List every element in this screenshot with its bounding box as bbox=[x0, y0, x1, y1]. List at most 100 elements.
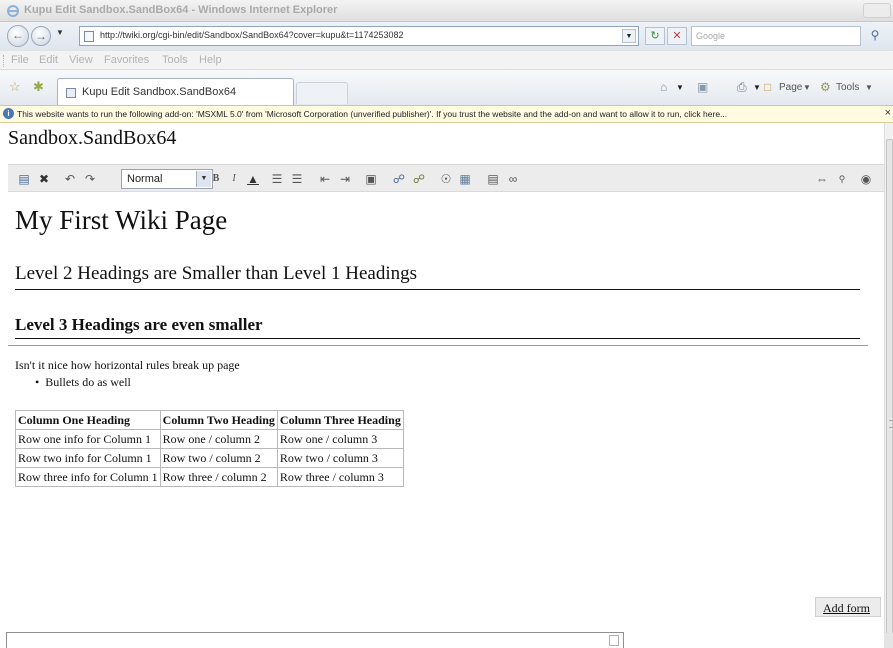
home-icon[interactable]: ⌂ bbox=[660, 80, 667, 94]
refresh-button[interactable]: ↻ bbox=[645, 27, 665, 45]
stop-button[interactable]: ✕ bbox=[667, 27, 687, 45]
vertical-scrollbar[interactable] bbox=[884, 123, 893, 648]
cancel-icon[interactable]: ✖ bbox=[36, 171, 52, 187]
unlink-icon[interactable]: ☍ bbox=[411, 171, 427, 187]
paragraph-style-select[interactable]: Normal ▼ bbox=[121, 169, 213, 189]
table-cell: Row two info for Column 1 bbox=[15, 448, 161, 468]
menu-tools[interactable]: Tools bbox=[162, 54, 188, 66]
add-favorites-icon[interactable]: ✱ bbox=[33, 79, 44, 95]
wysiwyg-editor[interactable]: My First Wiki Page Level 2 Headings are … bbox=[8, 193, 876, 593]
style-select-value: Normal bbox=[127, 173, 163, 185]
table-cell: Row three / column 2 bbox=[159, 467, 278, 487]
back-arrow-icon: ← bbox=[12, 28, 24, 42]
menu-file[interactable]: File bbox=[11, 54, 29, 66]
menu-bar: File Edit View Favorites Tools Help bbox=[0, 50, 893, 70]
editor-toolbar: ▤ ✖ ↶ ↷ Normal ▼ B I ▲ ☰ ☰ ⇤ ⇥ ▣ ☍ ☍ ☉ ▦… bbox=[8, 164, 884, 192]
window-controls[interactable] bbox=[863, 3, 891, 18]
horizontal-rule bbox=[8, 345, 868, 346]
home-dropdown-icon[interactable]: ▼ bbox=[676, 83, 684, 92]
ie-logo-icon bbox=[6, 4, 20, 18]
tab-bar: ☆ ✱ Kupu Edit Sandbox.SandBox64 ⌂ ▼ ▣ ⎙ … bbox=[0, 70, 893, 106]
menu-favorites[interactable]: Favorites bbox=[104, 54, 149, 66]
refresh-icon: ↻ bbox=[650, 30, 660, 42]
attachment-icon[interactable]: ▤ bbox=[485, 171, 501, 187]
page-dropdown-icon[interactable]: ▼ bbox=[803, 83, 811, 92]
table-cell: Row two / column 3 bbox=[276, 448, 404, 468]
tools-dropdown-icon[interactable]: ▼ bbox=[865, 83, 873, 92]
redo-icon[interactable]: ↷ bbox=[82, 171, 98, 187]
tools-menu[interactable]: Tools bbox=[836, 82, 859, 93]
scrollbar-grip bbox=[889, 420, 893, 428]
print-dropdown-icon[interactable]: ▼ bbox=[753, 83, 761, 92]
scrollbar-thumb[interactable] bbox=[886, 139, 893, 641]
table-cell: Row one / column 2 bbox=[159, 429, 278, 449]
undo-icon[interactable]: ↶ bbox=[62, 171, 78, 187]
wiki-table: Column One Heading Column Two Heading Co… bbox=[15, 410, 404, 487]
print-icon[interactable]: ⎙ bbox=[737, 80, 747, 95]
stop-icon: ✕ bbox=[672, 30, 682, 42]
heading-level-2: Level 2 Headings are Smaller than Level … bbox=[15, 263, 860, 290]
address-bar: ← → ▼ http://twiki.org/cgi-bin/edit/Sand… bbox=[0, 22, 893, 50]
feeds-icon[interactable]: ▣ bbox=[697, 80, 708, 94]
list-item: Bullets do as well bbox=[45, 375, 131, 390]
forward-button[interactable]: → bbox=[31, 26, 51, 46]
table-cell: Row three / column 3 bbox=[276, 467, 404, 487]
table-header-cell: Column One Heading bbox=[15, 410, 161, 430]
favorites-star-icon[interactable]: ☆ bbox=[9, 79, 21, 95]
special-char-icon[interactable]: ☉ bbox=[438, 171, 454, 187]
page-menu-icon[interactable]: □ bbox=[764, 80, 771, 94]
table-row: Row one info for Column 1 Row one / colu… bbox=[15, 429, 404, 449]
url-text: http://twiki.org/cgi-bin/edit/Sandbox/Sa… bbox=[100, 30, 404, 40]
information-bar[interactable]: i This website wants to run the followin… bbox=[0, 106, 893, 123]
text-color-icon[interactable]: ▲ bbox=[245, 171, 261, 187]
heading-level-3: Level 3 Headings are even smaller bbox=[15, 315, 860, 339]
url-dropdown-icon[interactable]: ▼ bbox=[622, 29, 636, 43]
menu-view[interactable]: View bbox=[69, 54, 93, 66]
numbered-list-icon[interactable]: ☰ bbox=[269, 171, 285, 187]
menu-edit[interactable]: Edit bbox=[39, 54, 58, 66]
help-icon[interactable]: ◉ bbox=[858, 171, 874, 187]
new-tab-button[interactable] bbox=[296, 82, 348, 104]
image-icon[interactable]: ▦ bbox=[457, 171, 473, 187]
table-cell: Row two / column 2 bbox=[159, 448, 278, 468]
search-input[interactable]: Google bbox=[691, 26, 861, 46]
page-icon bbox=[84, 31, 94, 42]
scrollbar-down-arrow[interactable] bbox=[884, 633, 893, 648]
bullet-list: Bullets do as well bbox=[45, 375, 131, 390]
bullet-list-icon[interactable]: ☰ bbox=[289, 171, 305, 187]
add-form-label: Add form bbox=[823, 601, 870, 615]
tools-menu-icon[interactable]: ⚙ bbox=[820, 80, 831, 94]
page-menu[interactable]: Page bbox=[779, 82, 802, 93]
tab-label: Kupu Edit Sandbox.SandBox64 bbox=[82, 86, 237, 98]
back-button[interactable]: ← bbox=[7, 25, 29, 47]
menu-help[interactable]: Help bbox=[199, 54, 222, 66]
table-header-cell: Column Two Heading bbox=[159, 410, 278, 430]
comment-textarea[interactable] bbox=[6, 632, 624, 648]
close-infobar-icon[interactable]: × bbox=[885, 107, 891, 119]
table-cell: Row one info for Column 1 bbox=[15, 429, 161, 449]
window-title-bar: Kupu Edit Sandbox.SandBox64 - Windows In… bbox=[0, 0, 893, 22]
url-field[interactable]: http://twiki.org/cgi-bin/edit/Sandbox/Sa… bbox=[79, 26, 639, 46]
add-form-button[interactable]: Add form bbox=[815, 597, 881, 617]
save-icon[interactable]: ▤ bbox=[16, 171, 32, 187]
table-icon[interactable]: ▣ bbox=[363, 171, 379, 187]
menu-grip bbox=[3, 55, 6, 67]
bold-button[interactable]: B bbox=[208, 171, 224, 187]
recent-pages-dropdown-icon[interactable]: ▼ bbox=[56, 28, 64, 37]
source-view-icon[interactable]: ⇔ bbox=[814, 171, 830, 187]
window-title: Kupu Edit Sandbox.SandBox64 - Windows In… bbox=[24, 4, 338, 16]
italic-button[interactable]: I bbox=[226, 171, 242, 187]
indent-icon[interactable]: ⇥ bbox=[337, 171, 353, 187]
nowiki-icon[interactable]: ∞ bbox=[505, 171, 521, 187]
zoom-icon[interactable]: ⚲ bbox=[834, 171, 850, 187]
search-placeholder: Google bbox=[696, 31, 726, 41]
table-cell: Row three info for Column 1 bbox=[15, 467, 161, 487]
resize-handle-icon[interactable] bbox=[609, 635, 619, 646]
table-header-row: Column One Heading Column Two Heading Co… bbox=[15, 410, 404, 430]
link-icon[interactable]: ☍ bbox=[391, 171, 407, 187]
info-icon: i bbox=[3, 108, 14, 119]
tab-kupu-edit[interactable]: Kupu Edit Sandbox.SandBox64 bbox=[57, 78, 294, 105]
page-content: Sandbox.SandBox64 ▤ ✖ ↶ ↷ Normal ▼ B I ▲… bbox=[0, 123, 884, 648]
search-button[interactable]: ⚲ bbox=[864, 27, 886, 45]
outdent-icon[interactable]: ⇤ bbox=[317, 171, 333, 187]
